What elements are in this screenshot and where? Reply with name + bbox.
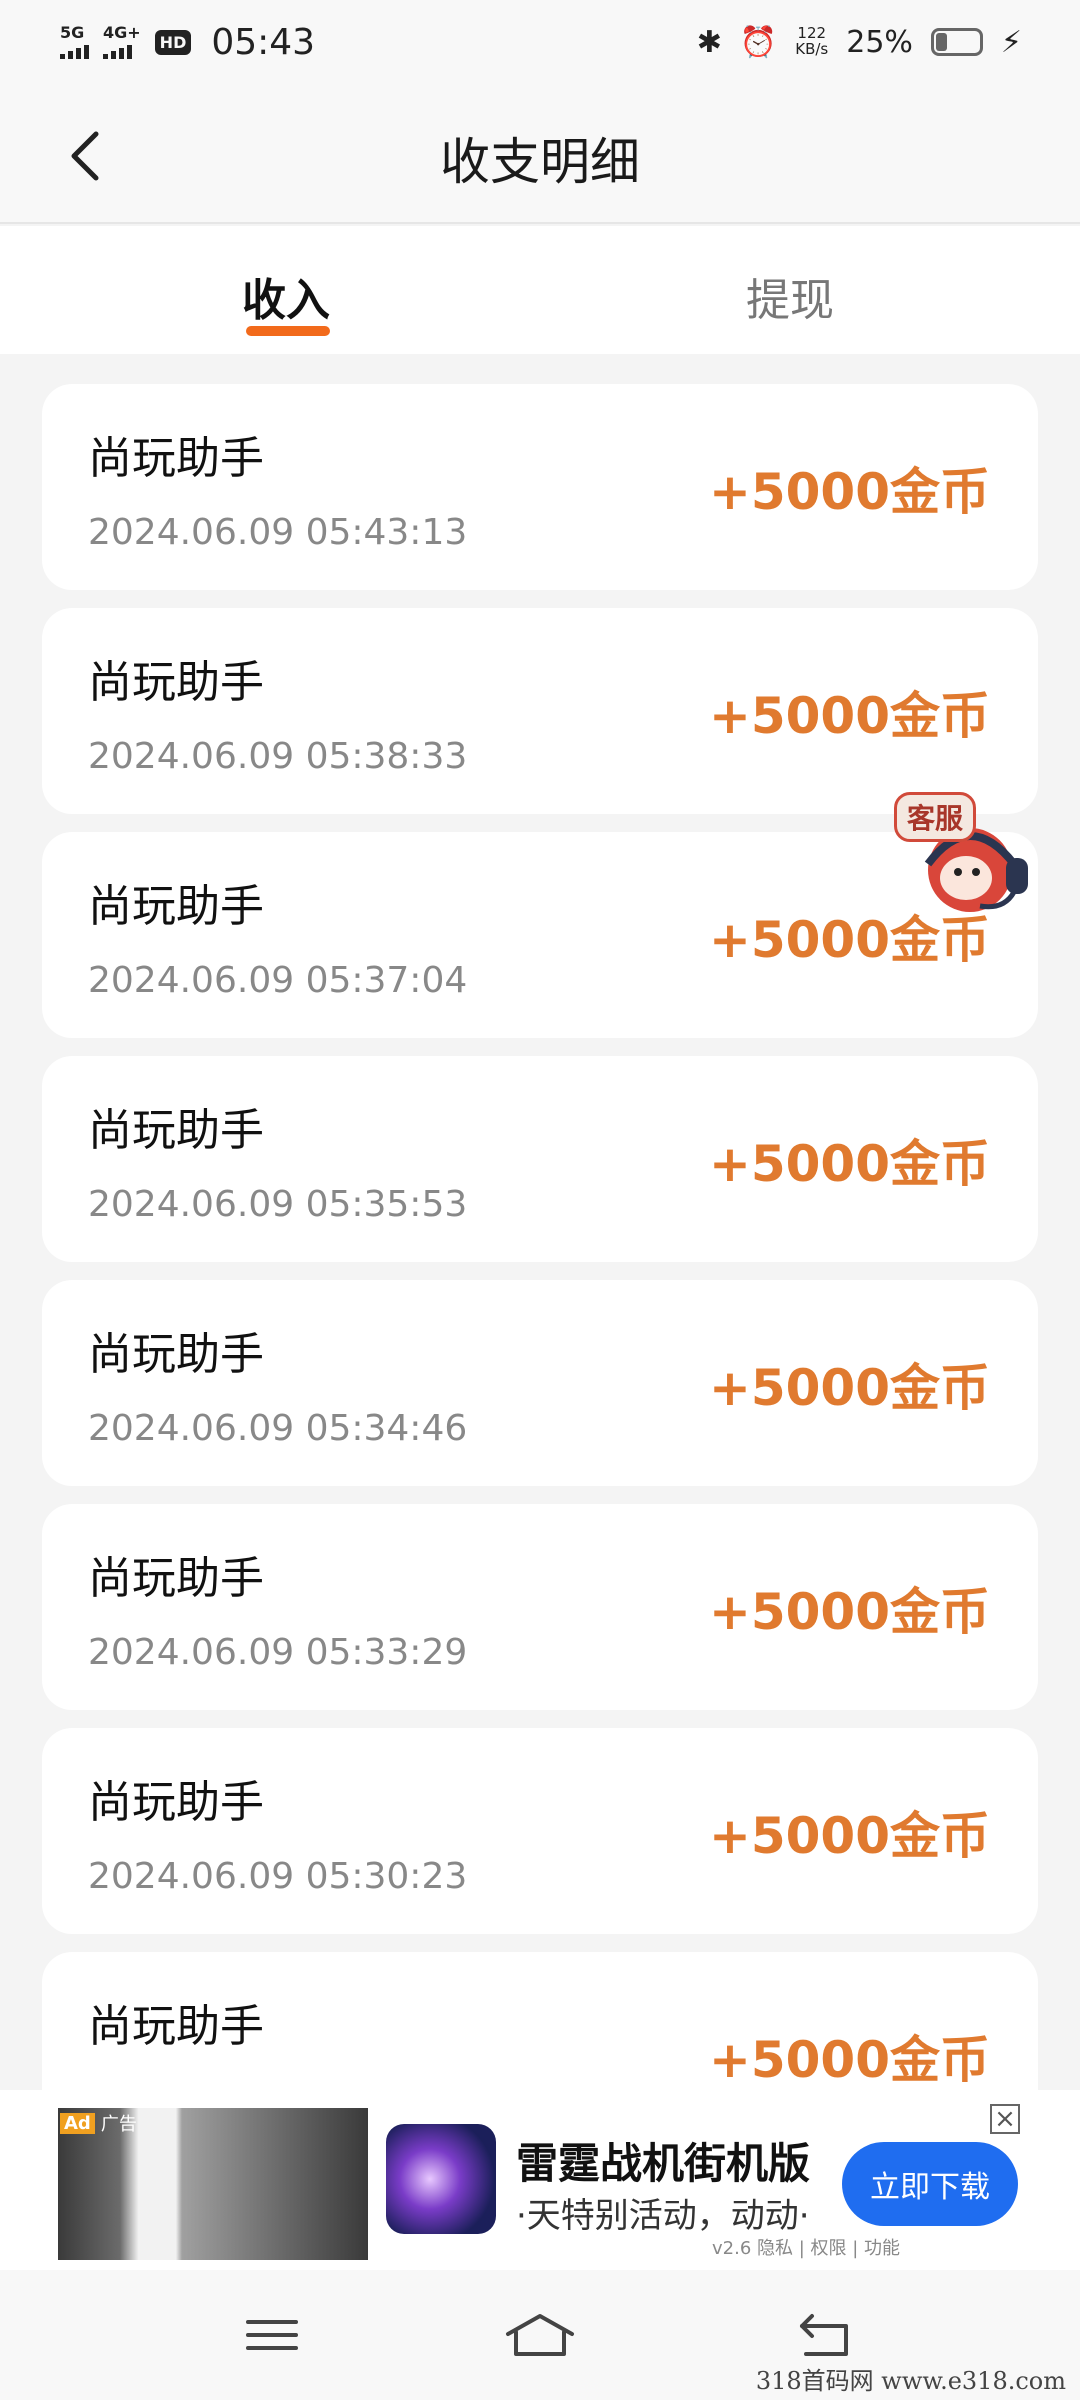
transaction-time: 2024.06.09 05:33:29 [88, 1632, 468, 1673]
ad-banner[interactable]: Ad 广告 雷霆战机街机版 ·天特别活动，动动· 立即下载 × v2.6 隐私 … [0, 2090, 1080, 2270]
page-title: 收支明细 [440, 133, 640, 191]
ad-label: 广告 [100, 2114, 137, 2135]
hd-icon: HD [154, 29, 192, 55]
signal-4g-icon: 4G+ [103, 25, 141, 59]
transaction-amount: +5000金币 [708, 1135, 990, 1193]
income-detail-screen: 5G 4G+ HD 05:43 ✱ ⏰ 122 KB/s 25% ⚡ 收支明细 … [0, 0, 1080, 2400]
charging-icon: ⚡ [1000, 24, 1022, 60]
transaction-amount: +5000金币 [708, 687, 990, 745]
tab-income[interactable]: 收入 [242, 264, 330, 328]
menu-icon[interactable] [242, 2310, 302, 2360]
transaction-time: 2024.06.09 05:34:46 [88, 1408, 468, 1449]
transaction-time: 2024.06.09 05:43:13 [88, 512, 468, 553]
customer-service-float[interactable]: 客服 [894, 792, 1056, 922]
watermark: 318首码网 www.e318.com [755, 2367, 1066, 2395]
download-now-button[interactable]: 立即下载 [842, 2142, 1018, 2226]
close-icon[interactable]: × [990, 2104, 1020, 2134]
transaction-card[interactable]: 尚玩助手 2024.06.09 05:35:53 +5000金币 [42, 1056, 1038, 1262]
transaction-amount: +5000金币 [708, 463, 990, 521]
transaction-title: 尚玩助手 [88, 881, 264, 932]
game-app-icon [386, 2124, 496, 2234]
transaction-time: 2024.06.09 05:30:23 [88, 1856, 468, 1897]
transaction-card[interactable]: 尚玩助手 2024.06.09 05:33:29 +5000金币 [42, 1504, 1038, 1710]
transaction-title: 尚玩助手 [88, 1777, 264, 1828]
tab-bar: 收入 提现 [0, 226, 1080, 354]
transaction-card[interactable]: 尚玩助手 2024.06.09 05:38:33 +5000金币 [42, 608, 1038, 814]
battery-fill [935, 33, 948, 51]
status-bar: 5G 4G+ HD 05:43 ✱ ⏰ 122 KB/s 25% ⚡ [0, 0, 1080, 84]
transaction-amount: +5000金币 [708, 1583, 990, 1641]
transaction-card[interactable]: 尚玩助手 2024.06.09 05:37:04 +5000金币 [42, 832, 1038, 1038]
net-label-5g: 5G [60, 23, 85, 42]
transaction-card[interactable]: 尚玩助手 2024.06.09 05:43:13 +5000金币 [42, 384, 1038, 590]
transaction-title: 尚玩助手 [88, 657, 264, 708]
transaction-time: 2024.06.09 05:37:04 [88, 960, 468, 1001]
status-time: 05:43 [211, 21, 316, 63]
transaction-card[interactable]: 尚玩助手 2024.06.09 05:30:23 +5000金币 [42, 1728, 1038, 1934]
ad-title: 雷霆战机街机版 [516, 2139, 811, 2188]
system-nav-bar: 318首码网 www.e318.com [0, 2270, 1080, 2400]
ad-badge: Ad [60, 2112, 95, 2134]
signal-5g-icon: 5G [60, 25, 89, 59]
active-tab-indicator [246, 326, 330, 336]
home-icon[interactable] [504, 2310, 576, 2360]
transaction-time: 2024.06.09 05:38:33 [88, 736, 468, 777]
ad-tag: Ad 广告 [60, 2110, 137, 2136]
customer-service-label: 客服 [894, 792, 977, 842]
back-nav-icon[interactable] [796, 2310, 856, 2360]
app-header: 收支明细 [0, 84, 1080, 224]
transaction-title: 尚玩助手 [88, 1553, 264, 1604]
transaction-amount: +5000金币 [708, 2031, 990, 2089]
transaction-title: 尚玩助手 [88, 2001, 264, 2052]
transaction-list: 尚玩助手 2024.06.09 05:43:13 +5000金币 尚玩助手 20… [42, 384, 1038, 2176]
transaction-title: 尚玩助手 [88, 1105, 264, 1156]
transaction-time: 2024.06.09 05:35:53 [88, 1184, 468, 1225]
battery-icon [930, 28, 983, 56]
bluetooth-icon: ✱ [696, 24, 722, 60]
ad-subtitle: ·天特别活动，动动· [516, 2196, 810, 2236]
tab-withdraw[interactable]: 提现 [746, 264, 834, 328]
transaction-card[interactable]: 尚玩助手 2024.06.09 05:34:46 +5000金币 [42, 1280, 1038, 1486]
transaction-amount: +5000金币 [708, 1359, 990, 1417]
transaction-amount: +5000金币 [708, 1807, 990, 1865]
speed-unit: KB/s [795, 40, 829, 58]
ad-meta-links[interactable]: v2.6 隐私 | 权限 | 功能 [712, 2234, 900, 2260]
network-speed: 122 KB/s [795, 25, 829, 58]
alarm-icon: ⏰ [739, 24, 778, 60]
net-label-4g: 4G+ [103, 23, 141, 42]
transaction-title: 尚玩助手 [88, 1329, 264, 1380]
battery-percent: 25% [846, 24, 913, 60]
transaction-title: 尚玩助手 [88, 433, 264, 484]
